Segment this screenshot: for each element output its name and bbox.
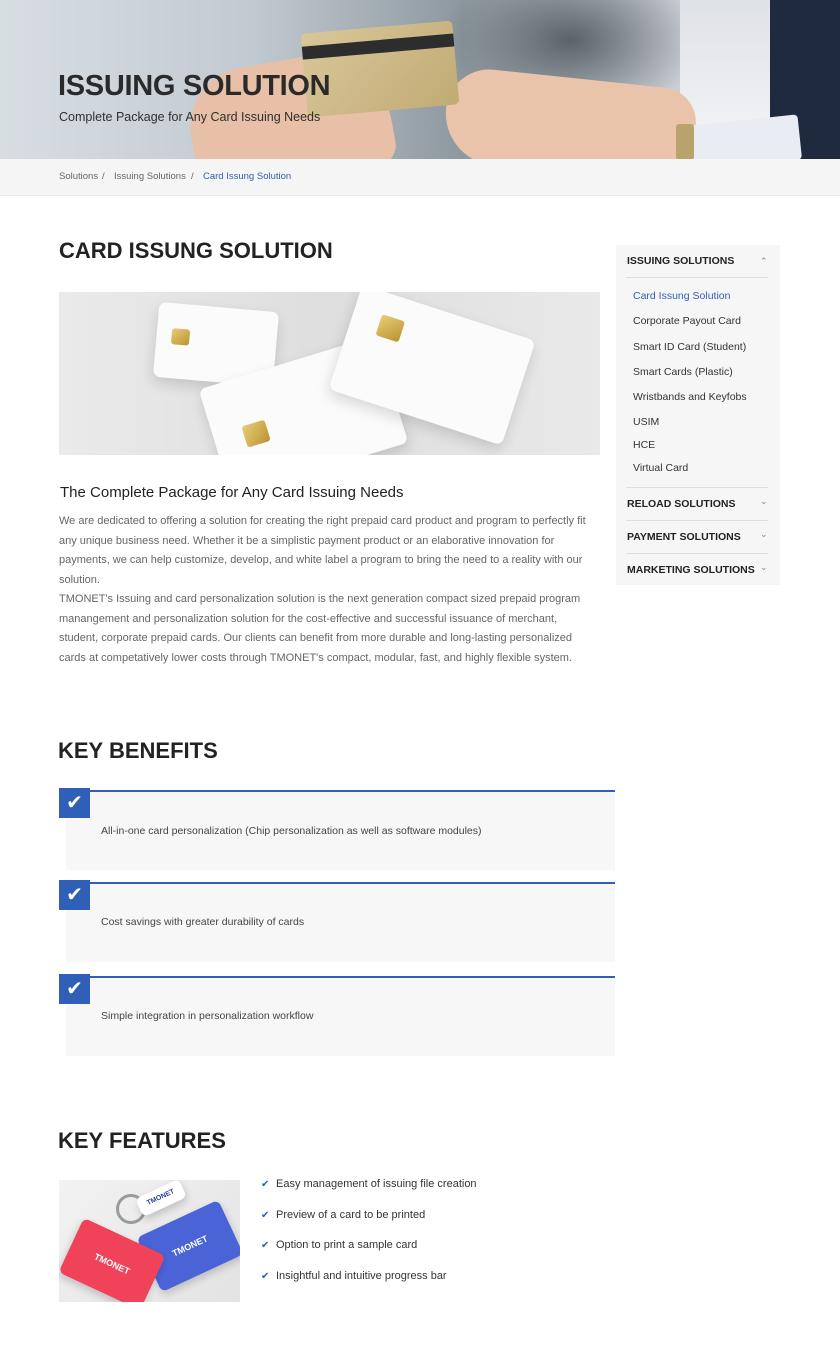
feature-item: ✔ Option to print a sample card [261, 1239, 417, 1251]
benefit-card: Cost savings with greater durability of … [66, 882, 615, 962]
sidebar-item-virtual-card[interactable]: Virtual Card [633, 462, 688, 474]
intro-paragraph: TMONET's Issuing and card personalizatio… [59, 593, 581, 664]
sidebar-item-smart-id-card[interactable]: Smart ID Card (Student) [633, 341, 746, 353]
sidebar-section-payment[interactable]: PAYMENT SOLUTIONS [627, 531, 741, 543]
sidebar-nav: ISSUING SOLUTIONS ⌃ Card Issung Solution… [616, 245, 780, 585]
breadcrumb-issuing-solutions[interactable]: Issuing Solutions [114, 171, 186, 182]
sidebar-item-usim[interactable]: USIM [633, 416, 659, 428]
chevron-up-icon[interactable]: ⌃ [760, 256, 768, 267]
chevron-down-icon[interactable]: ⌄ [760, 529, 768, 540]
breadcrumb-separator: / [191, 171, 194, 182]
feature-text: Insightful and intuitive progress bar [276, 1270, 447, 1282]
sidebar-section-reload[interactable]: RELOAD SOLUTIONS [627, 498, 736, 510]
benefit-text: Simple integration in personalization wo… [101, 1010, 314, 1022]
chevron-down-icon[interactable]: ⌄ [760, 496, 768, 507]
tmonet-cards-image: TMONET TMONET TMONET [59, 1180, 240, 1302]
sidebar-item-wristbands[interactable]: Wristbands and Keyfobs [633, 391, 747, 403]
feature-item: ✔ Insightful and intuitive progress bar [261, 1270, 447, 1282]
sidebar-section-marketing[interactable]: MARKETING SOLUTIONS [627, 564, 755, 576]
feature-text: Option to print a sample card [276, 1239, 418, 1251]
sidebar-item-corporate-payout-card[interactable]: Corporate Payout Card [633, 315, 741, 327]
chevron-down-icon[interactable]: ⌄ [760, 562, 768, 573]
intro-heading: The Complete Package for Any Card Issuin… [60, 484, 404, 501]
check-icon: ✔ [59, 788, 90, 818]
divider [626, 553, 768, 554]
sidebar-item-smart-cards[interactable]: Smart Cards (Plastic) [633, 366, 733, 378]
check-icon: ✔ [261, 1210, 270, 1221]
sidebar-item-card-issung-solution[interactable]: Card Issung Solution [633, 290, 730, 302]
hero-subtitle: Complete Package for Any Card Issuing Ne… [59, 110, 321, 124]
key-features-title: KEY FEATURES [58, 1128, 226, 1153]
breadcrumb-solutions[interactable]: Solutions [59, 171, 98, 182]
hero-banner: ISSUING SOLUTION Complete Package for An… [0, 0, 840, 159]
benefit-text: Cost savings with greater durability of … [101, 916, 305, 928]
benefit-card: All-in-one card personalization (Chip pe… [66, 790, 615, 870]
breadcrumb-current: Card Issung Solution [203, 171, 292, 182]
intro-paragraph: We are dedicated to offering a solution … [59, 515, 586, 586]
hero-title: ISSUING SOLUTION [58, 70, 331, 102]
feature-text: Preview of a card to be printed [276, 1209, 426, 1221]
sidebar-section-issuing[interactable]: ISSUING SOLUTIONS [627, 255, 734, 267]
divider [626, 520, 768, 521]
sidebar-item-hce[interactable]: HCE [633, 439, 655, 451]
chip-cards-image [59, 292, 600, 455]
feature-text: Easy management of issuing file creation [276, 1178, 477, 1190]
key-benefits-title: KEY BENEFITS [58, 738, 218, 763]
breadcrumb-separator: / [102, 171, 105, 182]
benefit-text: All-in-one card personalization (Chip pe… [101, 825, 482, 837]
keyfob-shape: TMONET [135, 1180, 187, 1218]
feature-item: ✔ Easy management of issuing file creatio… [261, 1178, 477, 1190]
check-icon: ✔ [59, 880, 90, 910]
check-icon: ✔ [261, 1271, 270, 1282]
page-title: CARD ISSUNG SOLUTION [59, 238, 333, 263]
benefit-card: Simple integration in personalization wo… [66, 976, 615, 1056]
divider [626, 277, 768, 278]
check-icon: ✔ [59, 974, 90, 1004]
breadcrumb: Solutions / Issuing Solutions / Card Iss… [0, 159, 840, 196]
hero-watch [676, 124, 694, 159]
check-icon: ✔ [261, 1179, 270, 1190]
divider [626, 487, 768, 488]
check-icon: ✔ [261, 1240, 270, 1251]
feature-item: ✔ Preview of a card to be printed [261, 1209, 425, 1221]
